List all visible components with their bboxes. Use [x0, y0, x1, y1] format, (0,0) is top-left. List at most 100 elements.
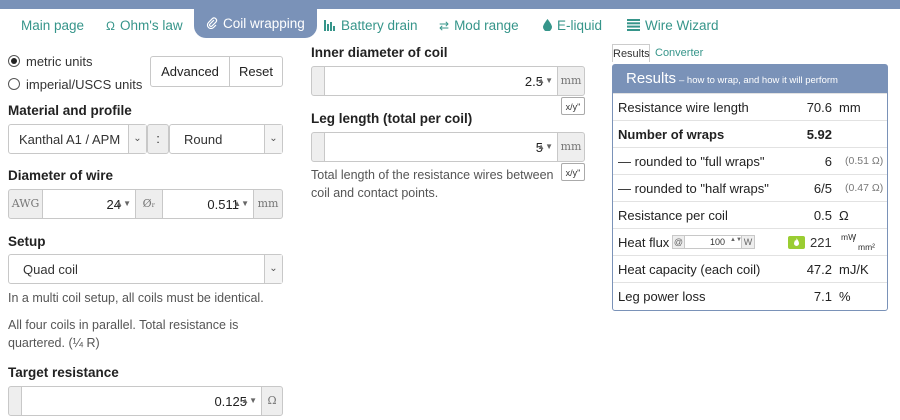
material-value: Kanthal A1 / APM	[19, 132, 121, 147]
chevron-down-icon: ⌄	[264, 255, 282, 283]
tab-label: E-liquid	[557, 18, 603, 33]
tab-coil-wrapping[interactable]: Coil wrapping	[194, 9, 317, 38]
tab-battery-drain[interactable]: Battery drain	[324, 13, 418, 39]
setup-value: Quad coil	[23, 262, 78, 277]
radio-imperial[interactable]: imperial/USCS units	[8, 77, 142, 92]
tab-e-liquid[interactable]: E-liquid	[543, 13, 602, 39]
tab-mod-range[interactable]: ⇄ Mod range	[439, 13, 519, 39]
result-row-half-wraps: — rounded to "half wraps" 6/5 (0.47 Ω)	[613, 174, 887, 201]
target-prefix	[8, 386, 22, 416]
spinner-icon[interactable]: ▲▼	[115, 199, 131, 208]
material-separator: :	[147, 124, 169, 154]
profile-value: Round	[184, 132, 223, 147]
result-row-full-wraps: — rounded to "full wraps" 6 (0.51 Ω)	[613, 147, 887, 174]
result-label: — rounded to "half wraps"	[618, 181, 769, 196]
list-icon	[627, 13, 640, 39]
radio-dot[interactable]	[8, 78, 20, 90]
result-value: 6	[824, 154, 832, 169]
reset-button[interactable]: Reset	[229, 56, 283, 87]
result-label: Number of wraps	[618, 127, 725, 142]
advanced-button[interactable]: Advanced	[150, 56, 230, 87]
tab-ohms-law[interactable]: Ω Ohm's law	[106, 13, 183, 39]
inner-diameter-heading: Inner diameter of coil	[311, 45, 448, 60]
spinner-icon[interactable]: ▲▼	[537, 142, 553, 151]
setup-note-identical: In a multi coil setup, all coils must be…	[8, 291, 264, 305]
spinner-icon[interactable]: ▲▼	[233, 199, 249, 208]
diameter-heading: Diameter of wire	[8, 168, 114, 183]
result-unit: mm	[839, 100, 861, 115]
radio-metric[interactable]: metric units	[8, 54, 92, 69]
result-unit-bottom: mm²	[858, 242, 875, 252]
droplet-icon	[543, 13, 552, 39]
omega-icon: Ω	[106, 19, 115, 33]
radio-dot-selected[interactable]	[8, 55, 20, 67]
result-row-leg-power-loss: Leg power loss 7.1 %	[613, 282, 887, 309]
radio-metric-label: metric units	[26, 54, 93, 69]
leg-unit-toggle[interactable]: x/y"	[561, 163, 585, 181]
tab-label: Wire Wizard	[645, 18, 719, 33]
result-unit: mJ/K	[839, 262, 869, 277]
results-panel: Results – how to wrap, and how it will p…	[612, 64, 888, 311]
material-select[interactable]: Kanthal A1 / APM ⌄	[8, 124, 147, 154]
result-value: 221	[810, 235, 832, 250]
tab-main-page[interactable]: Main page	[21, 13, 84, 39]
unit-slash: /	[853, 234, 856, 245]
tab-results[interactable]: Results	[612, 44, 650, 62]
inner-diameter-input[interactable]: 2.5 ▲▼	[324, 66, 558, 96]
radio-imperial-label: imperial/USCS units	[26, 77, 143, 92]
inner-unit-toggle[interactable]: x/y"	[561, 97, 585, 115]
result-row-wire-length: Resistance wire length 70.6 mm	[613, 93, 887, 120]
chevron-down-icon: ⌄	[128, 125, 146, 153]
swap-arrows-icon: ⇄	[439, 19, 450, 33]
leg-length-input[interactable]: 5 ▲▼	[324, 132, 558, 162]
setup-heading: Setup	[8, 234, 46, 249]
fire-icon	[788, 236, 805, 249]
result-unit: Ω	[839, 208, 849, 223]
target-heading: Target resistance	[8, 365, 119, 380]
tab-wire-wizard[interactable]: Wire Wizard	[627, 13, 719, 39]
result-row-heat-capacity: Heat capacity (each coil) 47.2 mJ/K	[613, 255, 887, 282]
material-heading: Material and profile	[8, 103, 132, 118]
results-title: Results	[626, 70, 677, 87]
results-subtitle: – how to wrap, and how it will perform	[679, 75, 838, 86]
inner-diameter-unit: mm	[557, 66, 585, 96]
result-label: Heat capacity (each coil)	[618, 262, 761, 277]
diameter-symbol: Øᵣ	[135, 189, 163, 219]
setup-select[interactable]: Quad coil ⌄	[8, 254, 283, 284]
result-sub: (0.47 Ω)	[845, 182, 884, 194]
top-accent-bar	[0, 0, 900, 9]
main-nav: Main page Ω Ohm's law Coil wrapping Batte…	[0, 9, 900, 43]
result-value: 47.2	[806, 262, 832, 277]
diameter-input[interactable]: 0.511 ▲▼	[162, 189, 254, 219]
leg-length-note: Total length of the resistance wires bet…	[311, 168, 554, 200]
heat-flux-watts: 100	[709, 237, 725, 247]
target-unit: Ω	[261, 386, 283, 416]
heat-flux-w-unit: W	[741, 235, 755, 249]
tab-label: Main page	[21, 18, 85, 33]
awg-input[interactable]: 24 ▲▼	[42, 189, 136, 219]
setup-note-parallel: All four coils in parallel. Total resist…	[8, 318, 239, 350]
result-row-wraps: Number of wraps 5.92	[613, 120, 887, 147]
results-header: Results – how to wrap, and how it will p…	[613, 65, 887, 93]
result-value: 7.1	[813, 289, 832, 304]
result-label: Resistance wire length	[618, 100, 749, 115]
result-value: 0.5	[813, 208, 832, 223]
tab-label: Ohm's law	[119, 18, 183, 33]
spinner-icon[interactable]: ▲▼	[537, 76, 553, 85]
result-label: Heat flux	[618, 235, 670, 250]
leg-length-heading: Leg length (total per coil)	[311, 111, 473, 126]
tab-label: Mod range	[454, 18, 519, 33]
leg-length-unit: mm	[557, 132, 585, 162]
chevron-down-icon: ⌄	[264, 125, 282, 153]
result-sub: (0.51 Ω)	[845, 155, 884, 167]
result-label: Leg power loss	[618, 289, 706, 304]
result-value: 70.6	[806, 100, 832, 115]
result-unit: %	[839, 289, 851, 304]
inner-prefix	[311, 66, 325, 96]
tab-converter[interactable]: Converter	[655, 44, 703, 62]
spinner-icon[interactable]: ▲▼	[241, 396, 257, 405]
paperclip-icon	[206, 10, 218, 39]
profile-select[interactable]: Round ⌄	[169, 124, 283, 154]
result-row-heat-flux: Heat flux @ 100 ▲▼ W 221 mW / mm²	[613, 228, 887, 255]
target-input[interactable]: 0.125 ▲▼	[21, 386, 262, 416]
